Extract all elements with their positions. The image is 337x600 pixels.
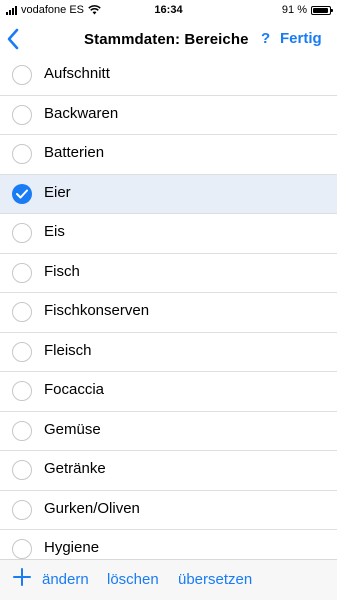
radio-circle-icon[interactable] — [12, 144, 32, 164]
chevron-left-icon — [7, 28, 19, 50]
list-item-label: Getränke — [44, 460, 106, 477]
status-bar: vodafone ES 16:34 91 % — [0, 0, 337, 20]
list-item[interactable]: Gurken/Oliven — [0, 491, 337, 530]
list-item[interactable]: Eis — [0, 214, 337, 254]
list-item-label: Eier — [44, 183, 71, 201]
list-item-label: Batterien — [44, 144, 105, 161]
radio-circle-icon[interactable] — [12, 381, 32, 401]
radio-circle-icon[interactable] — [12, 262, 32, 283]
battery-icon — [311, 5, 333, 15]
radio-circle-icon[interactable] — [12, 341, 32, 362]
battery-percent: 91 % — [281, 4, 307, 16]
done-button[interactable]: Fertig — [280, 30, 322, 47]
list-item[interactable]: Getränke — [0, 451, 337, 491]
radio-circle-icon[interactable] — [12, 223, 32, 243]
list-item[interactable]: Gemüse — [0, 412, 337, 451]
list-item-label: Fleisch — [44, 341, 92, 359]
list-item[interactable]: Eier — [0, 174, 337, 214]
list-item-label: Eis — [44, 223, 65, 240]
list-item-label: Gemüse — [44, 420, 101, 438]
list-item[interactable]: Backwaren — [0, 96, 337, 135]
list-item-label: Gurken/Oliven — [44, 499, 140, 517]
radio-circle-icon[interactable] — [12, 499, 32, 520]
list-item[interactable]: Batterien — [0, 135, 337, 175]
page-title: Stammdaten: Bereiche — [84, 31, 249, 48]
checkmark-circle-icon[interactable] — [12, 183, 32, 204]
translate-button[interactable]: übersetzen — [178, 571, 252, 588]
list-item[interactable]: Fischkonserven — [0, 293, 337, 333]
radio-circle-icon[interactable] — [12, 104, 32, 125]
screen: vodafone ES 16:34 91 % Stammdaten: Berei… — [0, 0, 337, 600]
navigation-bar: Stammdaten: Bereiche ? Fertig — [0, 20, 337, 60]
radio-circle-icon[interactable] — [12, 302, 32, 322]
back-button[interactable] — [6, 27, 26, 51]
list-item-label: Aufschnitt — [44, 65, 110, 82]
list-item[interactable]: Hygiene — [0, 530, 337, 561]
plus-icon — [13, 568, 31, 586]
delete-button[interactable]: löschen — [107, 571, 159, 588]
help-button[interactable]: ? — [261, 30, 270, 47]
radio-circle-icon[interactable] — [12, 65, 32, 85]
add-button[interactable] — [13, 568, 31, 586]
status-right: 91 % — [281, 4, 333, 16]
list-item[interactable]: Focaccia — [0, 372, 337, 412]
area-list: Aufschnitt Backwaren Batterien Eier Eis Fisch… — [0, 56, 337, 561]
edit-button[interactable]: ändern — [42, 571, 89, 588]
list-item[interactable]: Aufschnitt — [0, 56, 337, 96]
list-item-label: Focaccia — [44, 381, 105, 398]
battery-fill — [313, 7, 328, 13]
list-item-label: Backwaren — [44, 104, 119, 122]
list-item-label: Fisch — [44, 262, 80, 280]
list-item-label: Fischkonserven — [44, 302, 150, 319]
radio-circle-icon[interactable] — [12, 460, 32, 480]
list-item[interactable]: Fleisch — [0, 333, 337, 372]
bottom-toolbar: ändern löschen übersetzen — [0, 559, 337, 600]
radio-circle-icon[interactable] — [12, 539, 32, 559]
list-item-label: Hygiene — [44, 539, 100, 556]
list-item[interactable]: Fisch — [0, 254, 337, 293]
radio-circle-icon[interactable] — [12, 420, 32, 441]
